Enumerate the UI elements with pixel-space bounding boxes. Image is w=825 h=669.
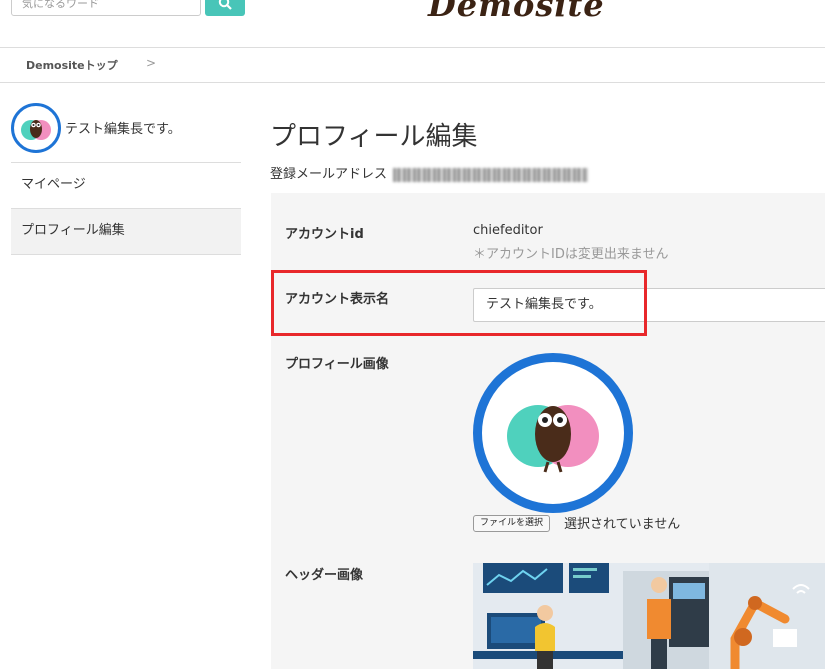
site-logo[interactable]: Demosite [428, 0, 605, 24]
account-id-value: chiefeditor [473, 223, 543, 238]
highlight-box [271, 270, 647, 336]
site-header: 気になるワード Demosite [0, 0, 825, 48]
profile-image-preview [473, 353, 633, 513]
factory-illustration-icon [473, 563, 825, 669]
email-line: 登録メールアドレス [270, 163, 589, 182]
email-redacted [393, 167, 589, 182]
sidebar-user-name: テスト編集長です。 [65, 122, 181, 137]
email-label: 登録メールアドレス [270, 167, 388, 182]
account-id-note: ＊アカウントIDは変更出来ません [473, 247, 669, 262]
breadcrumb: Demositeトップ > [0, 48, 825, 83]
bird-avatar-icon [21, 120, 51, 140]
profile-form: アカウントid chiefeditor ＊アカウントIDは変更出来ません アカウ… [271, 193, 825, 669]
sidebar-user: テスト編集長です。 [11, 103, 241, 163]
search-icon [218, 0, 232, 10]
profile-image-label: プロフィール画像 [285, 357, 389, 372]
search-input[interactable]: 気になるワード [11, 0, 201, 16]
sidebar-item-profile-edit[interactable]: プロフィール編集 [11, 209, 241, 255]
header-image-preview [473, 563, 825, 669]
avatar [11, 103, 61, 153]
breadcrumb-home-link[interactable]: Demositeトップ [26, 57, 118, 73]
file-status: 選択されていません [564, 517, 681, 532]
breadcrumb-separator: > [146, 56, 157, 70]
page-title: プロフィール編集 [270, 122, 478, 152]
account-id-label: アカウントid [285, 227, 364, 242]
header-image-label: ヘッダー画像 [285, 568, 364, 583]
search-button[interactable] [205, 0, 245, 16]
sidebar-item-mypage[interactable]: マイページ [11, 163, 241, 209]
bird-avatar-icon [507, 405, 599, 473]
file-select-button[interactable]: ファイルを選択 [473, 515, 551, 532]
